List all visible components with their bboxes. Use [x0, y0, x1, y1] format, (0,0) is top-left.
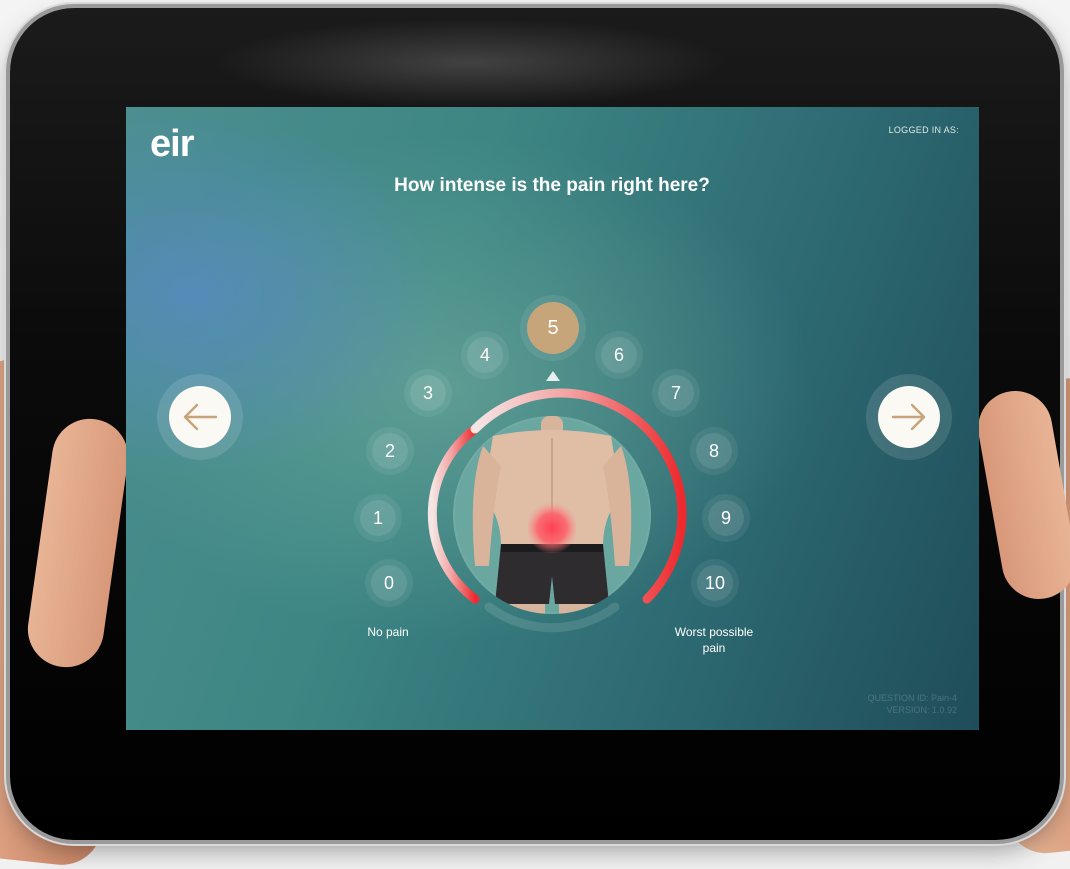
arrow-right-icon [891, 403, 926, 431]
version: VERSION: 1.0.92 [886, 704, 957, 715]
arrow-left-icon [183, 403, 218, 431]
min-label: No pain [367, 625, 409, 639]
question-id: QUESTION ID: Pain-4 [867, 692, 957, 703]
back-button-face[interactable] [169, 386, 231, 448]
back-button[interactable] [157, 374, 243, 460]
scale-option-2[interactable]: 2 [372, 433, 408, 469]
logged-in-label: LOGGED IN AS: [888, 125, 959, 135]
max-label: Worst possible pain [674, 625, 754, 655]
tablet-glare [210, 18, 730, 108]
scale-option-6[interactable]: 6 [601, 337, 637, 373]
selection-pointer-icon [546, 371, 560, 381]
scale-option-3[interactable]: 3 [410, 375, 446, 411]
next-button-face[interactable] [878, 386, 940, 448]
app-logo: eir [150, 123, 194, 165]
scale-option-4[interactable]: 4 [467, 337, 503, 373]
scale-option-10[interactable]: 10 [697, 565, 733, 601]
back-body-illustration [472, 416, 632, 614]
scale-option-7[interactable]: 7 [658, 375, 694, 411]
question-text: How intense is the pain right here? [394, 175, 710, 196]
app-screen: eir LOGGED IN AS: How intense is the pai… [126, 107, 979, 730]
scale-option-9[interactable]: 9 [708, 500, 744, 536]
scale-option-1[interactable]: 1 [360, 500, 396, 536]
scale-option-0[interactable]: 0 [371, 565, 407, 601]
footer-meta: QUESTION ID: Pain-4 VERSION: 1.0.92 [867, 692, 957, 716]
scale-option-8[interactable]: 8 [696, 433, 732, 469]
next-button[interactable] [866, 374, 952, 460]
pain-spot-icon [526, 502, 578, 554]
scale-option-5[interactable]: 5 [527, 302, 579, 354]
body-image-area [453, 416, 651, 614]
